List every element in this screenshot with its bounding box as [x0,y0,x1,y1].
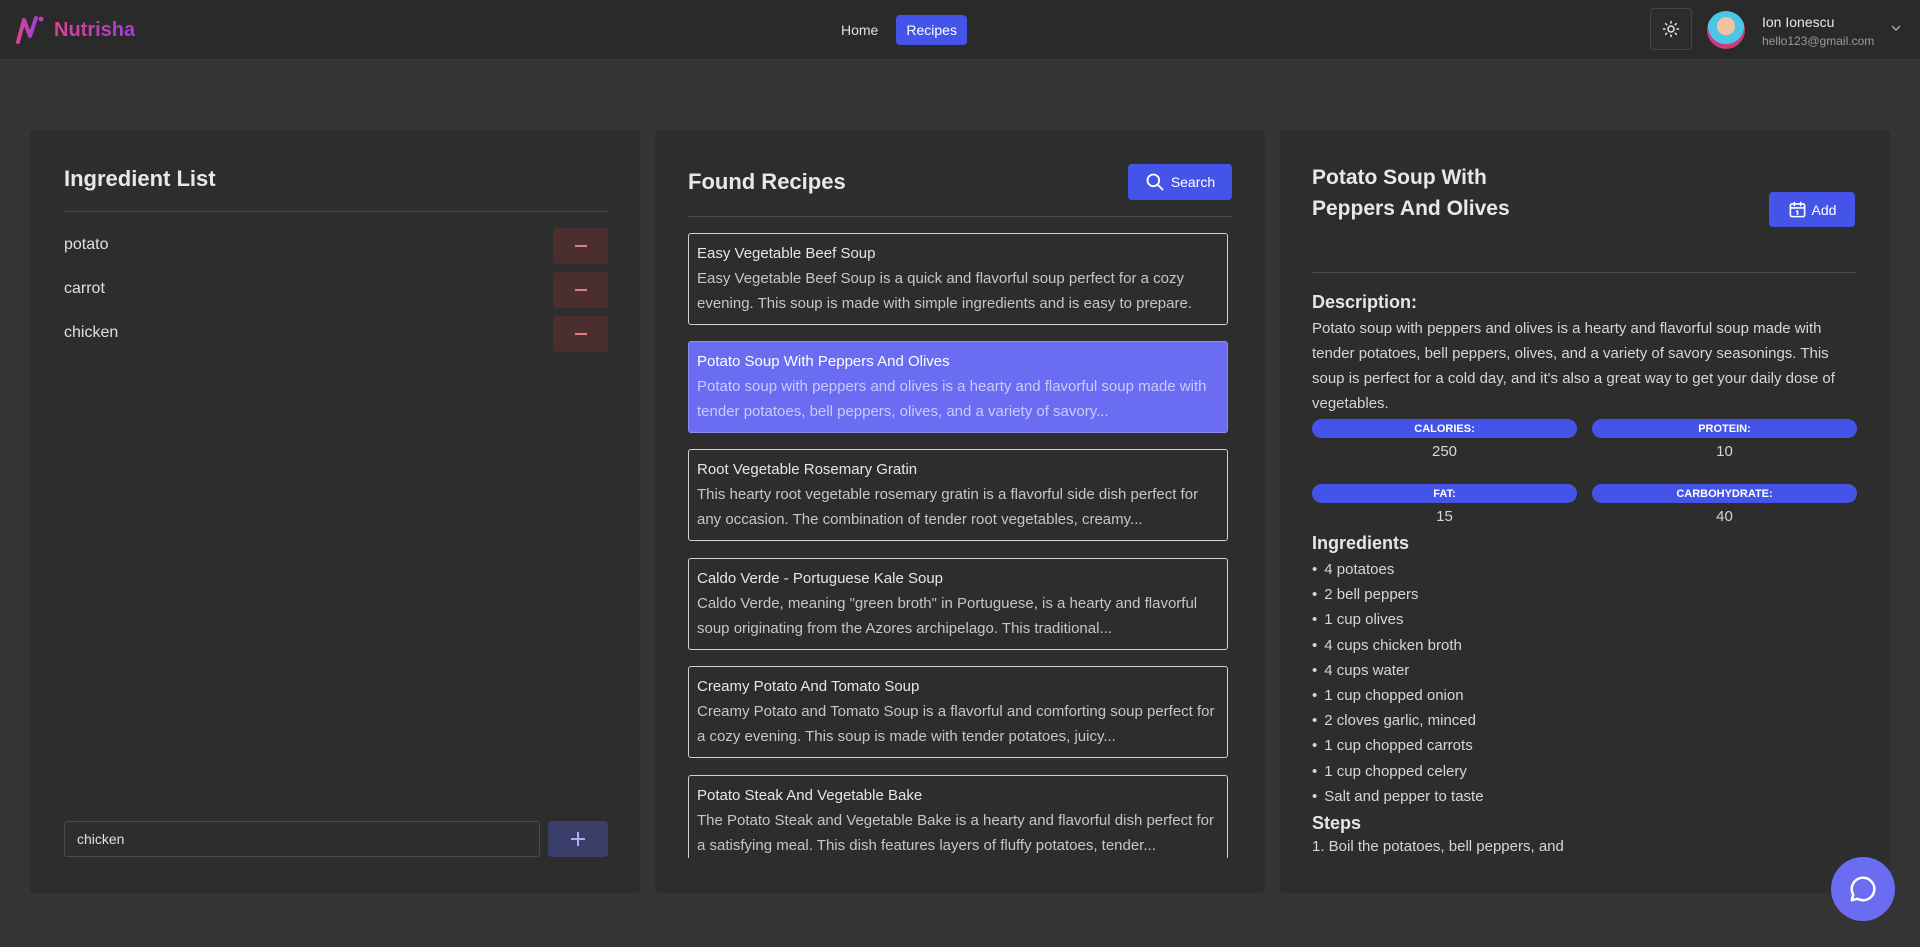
fat-value: 15 [1436,508,1453,525]
recipe-description: This hearty root vegetable rosemary grat… [697,486,1199,528]
recipe-detail-panel: Potato Soup With Peppers And Olives Add … [1280,130,1890,893]
recipe-description-text: Potato soup with peppers and olives is a… [1312,320,1835,412]
recipe-description: Easy Vegetable Beef Soup is a quick and … [697,270,1192,312]
top-navbar: Nutrisha Home Recipes Ion Ionescu hello1… [0,0,1920,60]
steps-heading: Steps [1312,813,1362,833]
remove-ingredient-button[interactable] [553,272,608,308]
nav-home-link[interactable]: Home [831,15,888,45]
recipe-card[interactable]: Caldo Verde - Portuguese Kale Soup Caldo… [688,558,1228,650]
nav-recipes-link[interactable]: Recipes [896,15,967,45]
carbohydrate-badge: CARBOHYDRATE: [1592,484,1857,503]
ingredient-list-title: Ingredient List [64,166,216,191]
remove-ingredient-button[interactable] [553,316,608,352]
ingredient-list-panel: Ingredient List potato carrot chicken [30,130,640,893]
brand-logo[interactable]: Nutrisha [14,14,135,46]
list-item: 2 bell peppers [1312,582,1484,607]
list-item: 1 cup chopped onion [1312,683,1484,708]
recipe-description: Caldo Verde, meaning "green broth" in Po… [697,595,1198,637]
list-item: Salt and pepper to taste [1312,784,1483,809]
fat-badge: FAT: [1312,484,1577,503]
protein-badge: PROTEIN: [1592,419,1857,438]
main-nav: Home Recipes [831,15,967,45]
ingredient-input[interactable] [64,821,540,857]
list-item: 1 cup chopped celery [1312,759,1484,784]
recipe-list[interactable]: Easy Vegetable Beef Soup Easy Vegetable … [688,233,1234,858]
theme-toggle-button[interactable] [1650,8,1692,50]
divider [1312,272,1856,273]
remove-ingredient-button[interactable] [553,228,608,264]
ingredient-name: carrot [64,280,105,297]
minus-icon [574,289,587,291]
nutrisha-logo-icon [16,16,44,44]
ingredient-row: carrot [64,272,608,308]
brand-name: Nutrisha [54,18,136,41]
list-item: 4 cups chicken broth [1312,633,1484,658]
recipe-description: Creamy Potato and Tomato Soup is a flavo… [697,703,1215,745]
user-email: hello123@gmail.com [1762,34,1875,48]
list-item: 2 cloves garlic, minced [1312,708,1484,733]
chat-button[interactable] [1831,857,1895,921]
description-label: Description: [1312,292,1418,312]
ingredients-list: 4 potatoes 2 bell peppers 1 cup olives 4… [1312,557,1484,809]
recipe-title: Caldo Verde - Portuguese Kale Soup [697,570,943,587]
recipe-title: Root Vegetable Rosemary Gratin [697,461,918,478]
user-name: Ion Ionescu [1762,14,1835,30]
search-icon [1146,173,1164,191]
recipe-description: The Potato Steak and Vegetable Bake is a… [697,812,1214,854]
recipe-card[interactable]: Easy Vegetable Beef Soup Easy Vegetable … [688,233,1228,325]
list-item: 1 cup chopped carrots [1312,733,1484,758]
plus-icon [571,832,585,846]
recipe-description: Potato soup with peppers and olives is a… [697,378,1207,420]
steps-text: 1. Boil the potatoes, bell peppers, and [1312,838,1564,855]
minus-icon [574,333,587,335]
protein-value: 10 [1716,443,1733,460]
chat-icon [1850,876,1876,902]
ingredients-heading: Ingredients [1312,533,1410,553]
carbohydrate-value: 40 [1716,508,1733,525]
calendar-icon [1789,201,1805,218]
user-avatar[interactable] [1707,11,1745,49]
recipe-card[interactable]: Potato Steak And Vegetable Bake The Pota… [688,775,1228,858]
found-recipes-panel: Found Recipes Search Easy Vegetable Beef… [655,130,1265,893]
recipe-card[interactable]: Root Vegetable Rosemary Gratin This hear… [688,449,1228,541]
calories-value: 250 [1431,443,1458,460]
add-button-label: Add [1811,201,1837,218]
ingredient-row: chicken [64,316,608,352]
add-ingredient-button[interactable] [548,821,608,857]
ingredient-name: potato [64,236,109,253]
divider [64,211,608,212]
add-to-calendar-button[interactable]: Add [1769,192,1855,227]
search-button[interactable]: Search [1128,164,1232,200]
list-item: 1 cup olives [1312,607,1484,632]
search-button-label: Search [1170,174,1216,190]
list-item: 4 cups water [1312,658,1484,683]
recipe-detail-title: Potato Soup With Peppers And Olives [1312,166,1510,220]
recipe-title: Easy Vegetable Beef Soup [697,245,876,262]
calories-badge: CALORIES: [1312,419,1577,438]
divider [688,216,1232,217]
chevron-down-icon[interactable] [1890,22,1902,34]
recipe-card[interactable]: Creamy Potato And Tomato Soup Creamy Pot… [688,666,1228,758]
sun-icon [1662,20,1680,38]
recipe-title: Potato Steak And Vegetable Bake [697,787,923,804]
found-recipes-title: Found Recipes [688,169,846,194]
ingredient-row: potato [64,228,608,264]
recipe-title: Creamy Potato And Tomato Soup [697,678,920,695]
ingredient-name: chicken [64,324,119,341]
minus-icon [574,245,587,247]
recipe-title: Potato Soup With Peppers And Olives [697,353,950,370]
recipe-card-selected[interactable]: Potato Soup With Peppers And Olives Pota… [688,341,1228,433]
list-item: 4 potatoes [1312,557,1484,582]
